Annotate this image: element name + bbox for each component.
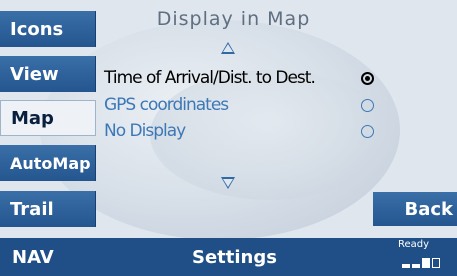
nav-label: NAV bbox=[12, 247, 54, 268]
signal-strength-icon bbox=[402, 252, 452, 268]
status-bar: NAV Settings Ready bbox=[0, 238, 457, 276]
scroll-up-arrow-icon[interactable] bbox=[221, 42, 235, 54]
option-time-of-arrival[interactable]: Time of Arrival/Dist. to Dest. bbox=[104, 66, 384, 90]
back-button[interactable]: Back bbox=[373, 192, 457, 226]
sidebar-item-trail[interactable]: Trail bbox=[0, 191, 96, 227]
sidebar-item-label: Icons bbox=[10, 18, 64, 40]
sidebar: Icons View Map AutoMap Trail bbox=[0, 0, 96, 235]
option-gps-coordinates[interactable]: GPS coordinates bbox=[104, 93, 384, 117]
ready-label: Ready bbox=[398, 239, 430, 250]
settings-label: Settings bbox=[192, 247, 277, 268]
sidebar-item-label: View bbox=[10, 63, 59, 85]
option-label: No Display bbox=[104, 121, 186, 141]
option-label: Time of Arrival/Dist. to Dest. bbox=[104, 68, 316, 88]
option-label: GPS coordinates bbox=[104, 95, 229, 115]
sidebar-item-label: Map bbox=[11, 107, 54, 129]
sidebar-item-icons[interactable]: Icons bbox=[0, 11, 96, 47]
sidebar-item-automap[interactable]: AutoMap bbox=[0, 145, 96, 181]
radio-unselected-icon[interactable] bbox=[361, 98, 374, 112]
back-button-label: Back bbox=[404, 198, 453, 220]
sidebar-item-view[interactable]: View bbox=[0, 56, 96, 92]
signal-bar-4 bbox=[432, 258, 440, 268]
page-title: Display in Map bbox=[156, 8, 311, 30]
sidebar-item-label: AutoMap bbox=[10, 153, 91, 173]
radio-selected-icon[interactable] bbox=[361, 71, 374, 85]
option-no-display[interactable]: No Display bbox=[104, 119, 384, 143]
signal-bar-3 bbox=[422, 258, 430, 268]
signal-bar-1 bbox=[402, 264, 410, 268]
navigation-settings-screen: Icons View Map AutoMap Trail Display in … bbox=[0, 0, 457, 276]
scroll-down-arrow-icon[interactable] bbox=[221, 177, 235, 189]
radio-unselected-icon[interactable] bbox=[361, 124, 374, 138]
sidebar-item-label: Trail bbox=[10, 198, 54, 220]
signal-bar-2 bbox=[412, 264, 420, 268]
sidebar-item-map[interactable]: Map bbox=[0, 100, 96, 136]
